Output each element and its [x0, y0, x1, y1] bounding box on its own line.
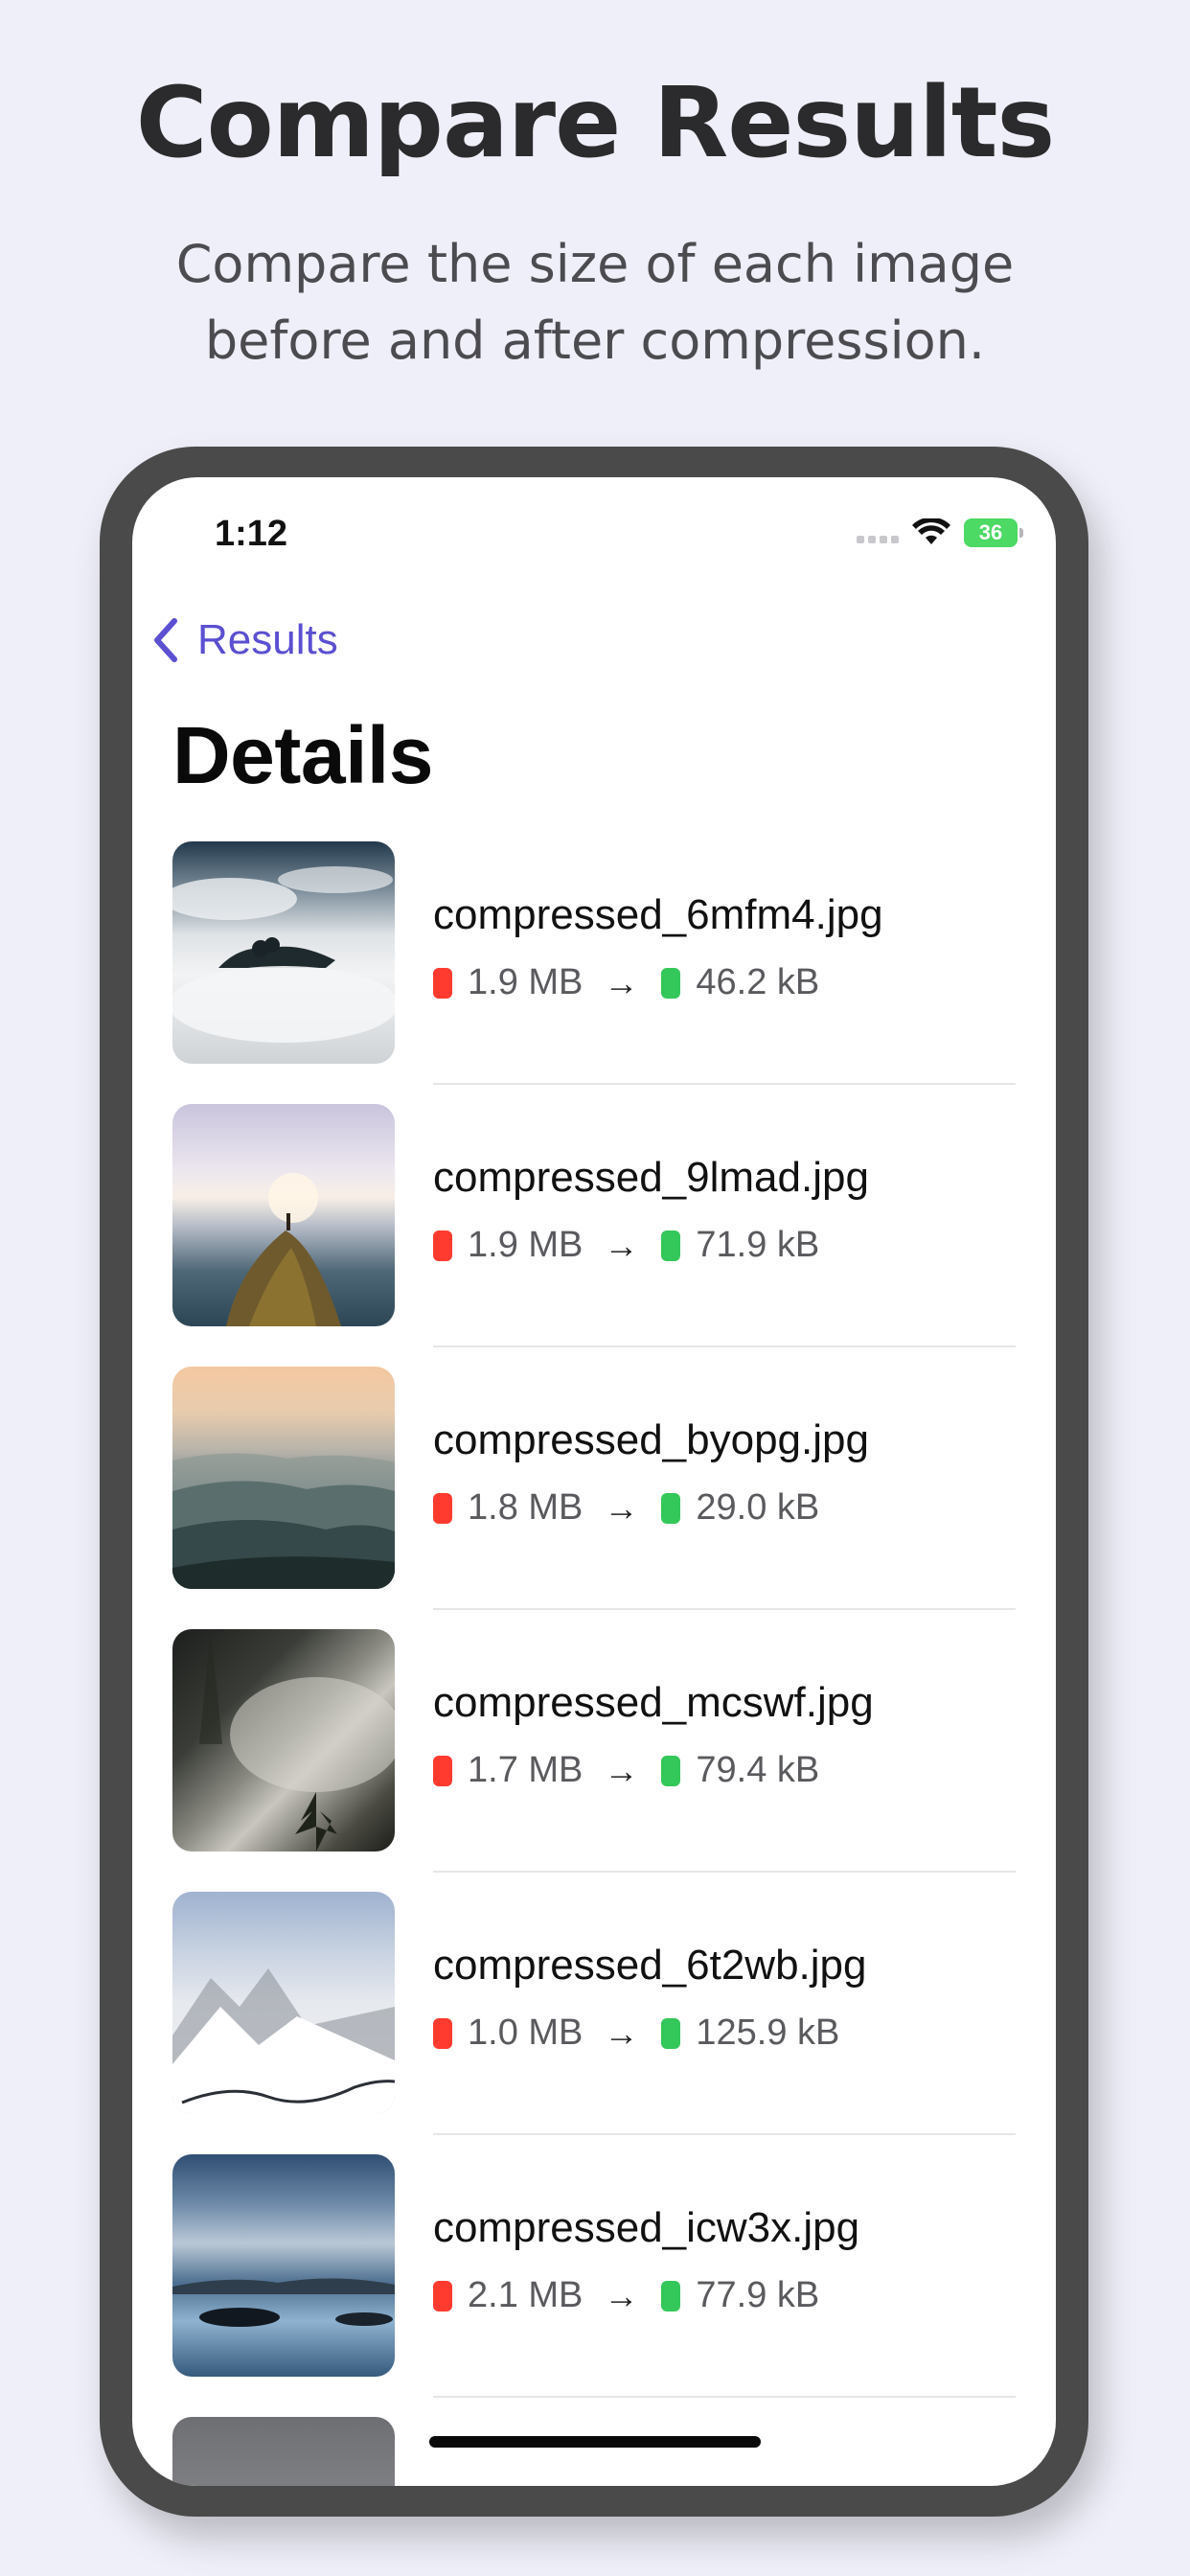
list-item[interactable] — [132, 2417, 1056, 2486]
size-comparison: 2.1 MB → 77.9 kB — [433, 2275, 819, 2316]
original-size: 1.9 MB — [468, 1225, 584, 1265]
compressed-size: 46.2 kB — [696, 962, 820, 1002]
file-name: compressed_icw3x.jpg — [433, 2204, 860, 2251]
arrow-right-icon: → — [604, 2275, 639, 2315]
row-divider — [433, 1083, 1016, 1085]
list-item[interactable]: compressed_9lmad.jpg 1.9 MB → 71.9 kB — [132, 1104, 1056, 1367]
compressed-size: 77.9 kB — [696, 2275, 820, 2315]
list-item[interactable]: compressed_byopg.jpg 1.8 MB → 29.0 kB — [132, 1367, 1056, 1629]
thumbnail-image — [172, 1104, 395, 1326]
list-item[interactable]: compressed_6t2wb.jpg 1.0 MB → 125.9 kB — [132, 1892, 1056, 2154]
file-name: compressed_mcswf.jpg — [433, 1679, 874, 1726]
list-item[interactable]: compressed_6mfm4.jpg 1.9 MB → 46.2 kB — [132, 841, 1056, 1104]
status-icons: 36 — [857, 516, 1023, 550]
size-comparison: 1.9 MB → 46.2 kB — [433, 962, 819, 1003]
size-comparison: 1.7 MB → 79.4 kB — [433, 1750, 819, 1791]
thumbnail-image — [172, 1629, 395, 1852]
compressed-size-indicator — [661, 1492, 681, 1524]
row-divider — [433, 1346, 1016, 1347]
page-title: Details — [172, 710, 433, 800]
compressed-size: 29.0 kB — [696, 1487, 820, 1528]
marketing-headline: Compare Results — [135, 66, 1056, 180]
file-name: compressed_byopg.jpg — [433, 1416, 869, 1463]
cellular-signal-icon — [857, 536, 899, 543]
file-name: compressed_6mfm4.jpg — [433, 891, 883, 938]
row-divider — [433, 1608, 1016, 1610]
marketing-subhead: Compare the size of each image before an… — [175, 234, 1015, 371]
arrow-right-icon: → — [604, 2012, 639, 2053]
thumbnail-image — [172, 841, 395, 1064]
original-size-indicator — [433, 2017, 452, 2049]
compressed-size: 125.9 kB — [696, 2012, 840, 2053]
row-divider — [433, 1871, 1016, 1873]
thumbnail-image — [172, 2154, 395, 2377]
compressed-size-indicator — [661, 2280, 681, 2312]
size-comparison: 1.8 MB → 29.0 kB — [433, 1487, 819, 1529]
arrow-right-icon: → — [604, 1750, 639, 1790]
original-size-indicator — [433, 2280, 452, 2312]
thumbnail-image — [172, 1892, 395, 2114]
back-label: Results — [197, 616, 338, 663]
arrow-right-icon: → — [604, 1487, 639, 1528]
original-size: 1.8 MB — [468, 1487, 584, 1528]
compressed-size: 79.4 kB — [696, 1750, 820, 1790]
file-name: compressed_9lmad.jpg — [433, 1154, 869, 1201]
thumbnail-image — [172, 1367, 395, 1589]
size-comparison: 1.0 MB → 125.9 kB — [433, 2012, 839, 2054]
app-screen: 1:12 36 Results Details compressed_6mfm4… — [132, 477, 1056, 2486]
battery-level: 36 — [978, 520, 1003, 544]
file-name: compressed_6t2wb.jpg — [433, 1942, 867, 1989]
size-comparison: 1.9 MB → 71.9 kB — [433, 1225, 819, 1266]
row-divider — [433, 2133, 1016, 2135]
chevron-left-icon — [154, 618, 177, 662]
list-item[interactable]: compressed_icw3x.jpg 2.1 MB → 77.9 kB — [132, 2154, 1056, 2417]
device-frame: 1:12 36 Results Details compressed_6mfm4… — [100, 447, 1088, 2517]
battery-icon: 36 — [964, 518, 1023, 547]
wifi-icon — [912, 518, 950, 544]
original-size-indicator — [433, 1755, 452, 1786]
original-size: 2.1 MB — [468, 2275, 584, 2315]
status-time: 1:12 — [215, 514, 288, 554]
compressed-size: 71.9 kB — [696, 1225, 820, 1265]
compressed-size-indicator — [661, 2017, 681, 2049]
original-size-indicator — [433, 967, 452, 999]
arrow-right-icon: → — [604, 1225, 639, 1265]
row-divider — [433, 2396, 1016, 2398]
original-size: 1.9 MB — [468, 962, 584, 1002]
original-size: 1.0 MB — [468, 2012, 584, 2053]
original-size-indicator — [433, 1492, 452, 1524]
list-item[interactable]: compressed_mcswf.jpg 1.7 MB → 79.4 kB — [132, 1629, 1056, 1892]
compressed-size-indicator — [661, 967, 681, 999]
compressed-size-indicator — [661, 1230, 681, 1261]
home-indicator[interactable] — [429, 2436, 761, 2448]
back-button[interactable]: Results — [151, 611, 338, 669]
compressed-size-indicator — [661, 1755, 681, 1786]
thumbnail-image — [172, 2417, 395, 2486]
original-size: 1.7 MB — [468, 1750, 584, 1790]
image-list: compressed_6mfm4.jpg 1.9 MB → 46.2 kB co… — [132, 841, 1056, 2486]
arrow-right-icon: → — [604, 962, 639, 1002]
original-size-indicator — [433, 1230, 452, 1261]
